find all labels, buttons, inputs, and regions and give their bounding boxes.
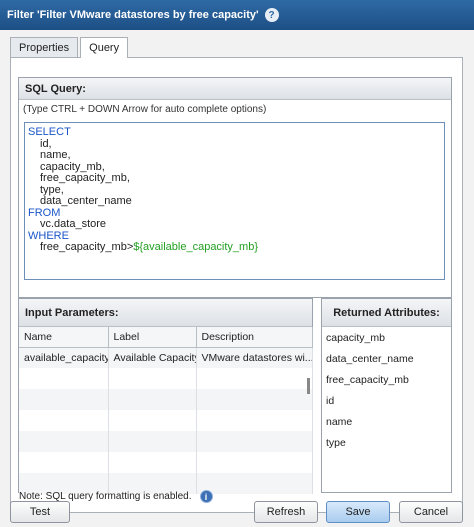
sql-query-editor[interactable]: SELECT id, name, capacity_mb, free_capac… — [24, 122, 445, 280]
sql-keyword-select: SELECT — [28, 126, 71, 138]
attribute-item[interactable]: type — [322, 432, 451, 453]
input-parameters-header: Input Parameters: — [19, 299, 312, 327]
save-button[interactable]: Save — [326, 501, 390, 523]
column-resize-handle[interactable] — [307, 378, 310, 394]
param-name-cell[interactable]: available_capacity_ — [19, 347, 109, 368]
column-header-name[interactable]: Name — [19, 327, 109, 348]
tab-properties[interactable]: Properties — [10, 37, 79, 57]
table-row[interactable]: available_capacity_ Available Capacity V… — [19, 347, 313, 368]
window-titlebar: Filter 'Filter VMware datastores by free… — [0, 0, 474, 30]
returned-attributes-header: Returned Attributes: — [322, 299, 451, 327]
query-tab-panel: SQL Query: (Type CTRL + DOWN Arrow for a… — [10, 57, 463, 513]
attribute-item[interactable]: id — [322, 390, 451, 411]
window-title: Filter 'Filter VMware datastores by free… — [7, 9, 259, 21]
table-row[interactable] — [19, 452, 313, 473]
table-header-row: Name Label Description — [19, 327, 313, 348]
column-header-description[interactable]: Description — [196, 327, 313, 348]
param-label-cell[interactable]: Available Capacity — [108, 347, 197, 368]
sql-line: data_center_name — [40, 195, 132, 207]
dialog-body: Properties Query SQL Query: (Type CTRL +… — [0, 30, 474, 527]
input-parameters-section: Input Parameters: Name Label Description… — [18, 298, 313, 494]
test-button[interactable]: Test — [10, 501, 70, 523]
sql-line: free_capacity_mb, — [40, 172, 130, 184]
column-header-label[interactable]: Label — [108, 327, 197, 348]
sql-condition-line: free_capacity_mb>${available_capacity_mb… — [28, 241, 441, 254]
attribute-item[interactable]: name — [322, 411, 451, 432]
sql-query-header: SQL Query: — [19, 78, 451, 100]
input-parameters-table: Name Label Description available_capacit… — [19, 327, 313, 494]
info-icon[interactable]: i — [199, 490, 213, 503]
sql-variable: ${available_capacity_mb} — [133, 241, 259, 253]
sql-query-section: SQL Query: (Type CTRL + DOWN Arrow for a… — [18, 77, 452, 298]
param-description-cell[interactable]: VMware datastores wi... — [196, 347, 313, 368]
tab-strip: Properties Query — [10, 37, 130, 58]
returned-attributes-section: Returned Attributes: capacity_mb data_ce… — [321, 298, 452, 493]
sql-condition-left: free_capacity_mb> — [40, 241, 134, 253]
attribute-item[interactable]: capacity_mb — [322, 327, 451, 348]
sql-line: id, — [40, 137, 52, 150]
table-row[interactable] — [19, 410, 313, 431]
refresh-button[interactable]: Refresh — [254, 501, 318, 523]
table-row[interactable] — [19, 431, 313, 452]
attribute-item[interactable]: free_capacity_mb — [322, 369, 451, 390]
sql-autocomplete-hint: (Type CTRL + DOWN Arrow for auto complet… — [23, 104, 267, 115]
sql-line: vc.data_store — [40, 218, 107, 230]
attribute-item[interactable]: data_center_name — [322, 348, 451, 369]
tab-query[interactable]: Query — [80, 37, 129, 58]
cancel-button[interactable]: Cancel — [399, 501, 463, 523]
table-row[interactable] — [19, 368, 313, 389]
sql-line: name, — [40, 149, 71, 161]
help-icon[interactable]: ? — [264, 8, 279, 22]
table-row[interactable] — [19, 389, 313, 410]
